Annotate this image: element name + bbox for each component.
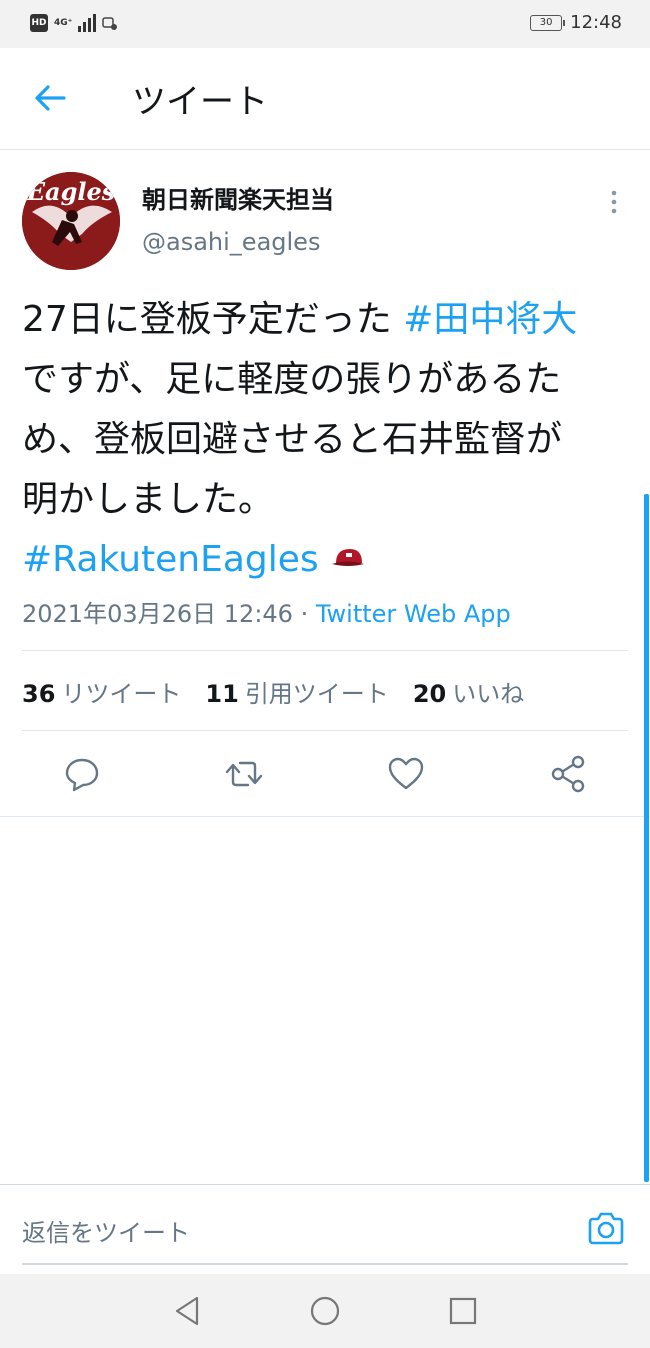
svg-text:Eagles: Eagles bbox=[26, 177, 116, 206]
source-app-link[interactable]: Twitter Web App bbox=[316, 600, 511, 628]
notification-icon bbox=[102, 17, 118, 30]
eagles-logo-icon: Eagles bbox=[22, 172, 120, 270]
nav-recents-icon[interactable] bbox=[446, 1294, 480, 1328]
network-type: 4G⁺ bbox=[54, 17, 73, 28]
retweets-label: リツイート bbox=[61, 680, 182, 708]
status-time: 12:48 bbox=[570, 12, 622, 33]
hashtag-link[interactable]: #田中将大 bbox=[403, 299, 577, 340]
nav-back-icon[interactable] bbox=[170, 1294, 204, 1328]
tweet-timestamp: 2021年03月26日 12:46 bbox=[22, 600, 293, 628]
meta-separator: · bbox=[292, 600, 316, 628]
hashtag-link[interactable]: #RakutenEagles bbox=[22, 539, 319, 580]
signal-icon bbox=[78, 14, 97, 32]
camera-icon[interactable] bbox=[586, 1209, 626, 1249]
likes-label: いいね bbox=[452, 680, 525, 708]
tweet-text: 27日に登板予定だった #田中将大 ですが、足に軽度の張りがあるため、登板回避さ… bbox=[22, 290, 582, 590]
tweet-meta: 2021年03月26日 12:46 · Twitter Web App bbox=[22, 594, 511, 629]
quotes-stat[interactable]: 11 引用ツイート bbox=[205, 674, 388, 709]
status-bar: HD 4G⁺ 30 12:48 bbox=[0, 0, 650, 48]
tweet-actions bbox=[0, 740, 650, 816]
tweet-text-part: 27日に登板予定だった bbox=[22, 299, 404, 340]
retweet-icon[interactable] bbox=[224, 754, 264, 794]
tweet-text-part: ですが、足に軽度の張りがあるため、登板回避させると石井監督が明かしました。 bbox=[22, 359, 563, 520]
tweet-stats: 36 リツイート 11 引用ツイート 20 いいね bbox=[22, 674, 524, 709]
retweets-count: 36 bbox=[22, 680, 56, 708]
likes-stat[interactable]: 20 いいね bbox=[413, 674, 524, 709]
baseball-cap-icon bbox=[332, 549, 365, 566]
app-header: ツイート bbox=[0, 48, 650, 150]
reply-input[interactable]: 返信をツイート bbox=[22, 1213, 190, 1248]
user-handle[interactable]: @asahi_eagles bbox=[142, 228, 320, 256]
reply-bar: 返信をツイート bbox=[0, 1184, 650, 1274]
retweets-stat[interactable]: 36 リツイート bbox=[22, 674, 181, 709]
reply-underline bbox=[22, 1263, 628, 1265]
divider bbox=[22, 650, 628, 651]
divider bbox=[0, 816, 650, 817]
quotes-label: 引用ツイート bbox=[244, 680, 389, 708]
hd-indicator: HD bbox=[30, 14, 48, 32]
reply-icon[interactable] bbox=[62, 754, 102, 794]
quotes-count: 11 bbox=[205, 680, 239, 708]
scrollbar[interactable] bbox=[644, 494, 649, 1182]
nav-home-icon[interactable] bbox=[308, 1294, 342, 1328]
more-options-icon[interactable] bbox=[602, 186, 626, 218]
arrow-left-icon[interactable] bbox=[30, 78, 70, 118]
page-title: ツイート bbox=[132, 82, 268, 122]
battery-icon: 30 bbox=[530, 14, 566, 31]
share-icon[interactable] bbox=[548, 754, 588, 794]
likes-count: 20 bbox=[412, 680, 447, 708]
system-nav-bar bbox=[0, 1274, 650, 1348]
display-name[interactable]: 朝日新聞楽天担当 bbox=[142, 180, 334, 215]
avatar[interactable]: Eagles bbox=[22, 172, 120, 270]
divider bbox=[22, 730, 628, 731]
like-icon[interactable] bbox=[386, 754, 426, 794]
